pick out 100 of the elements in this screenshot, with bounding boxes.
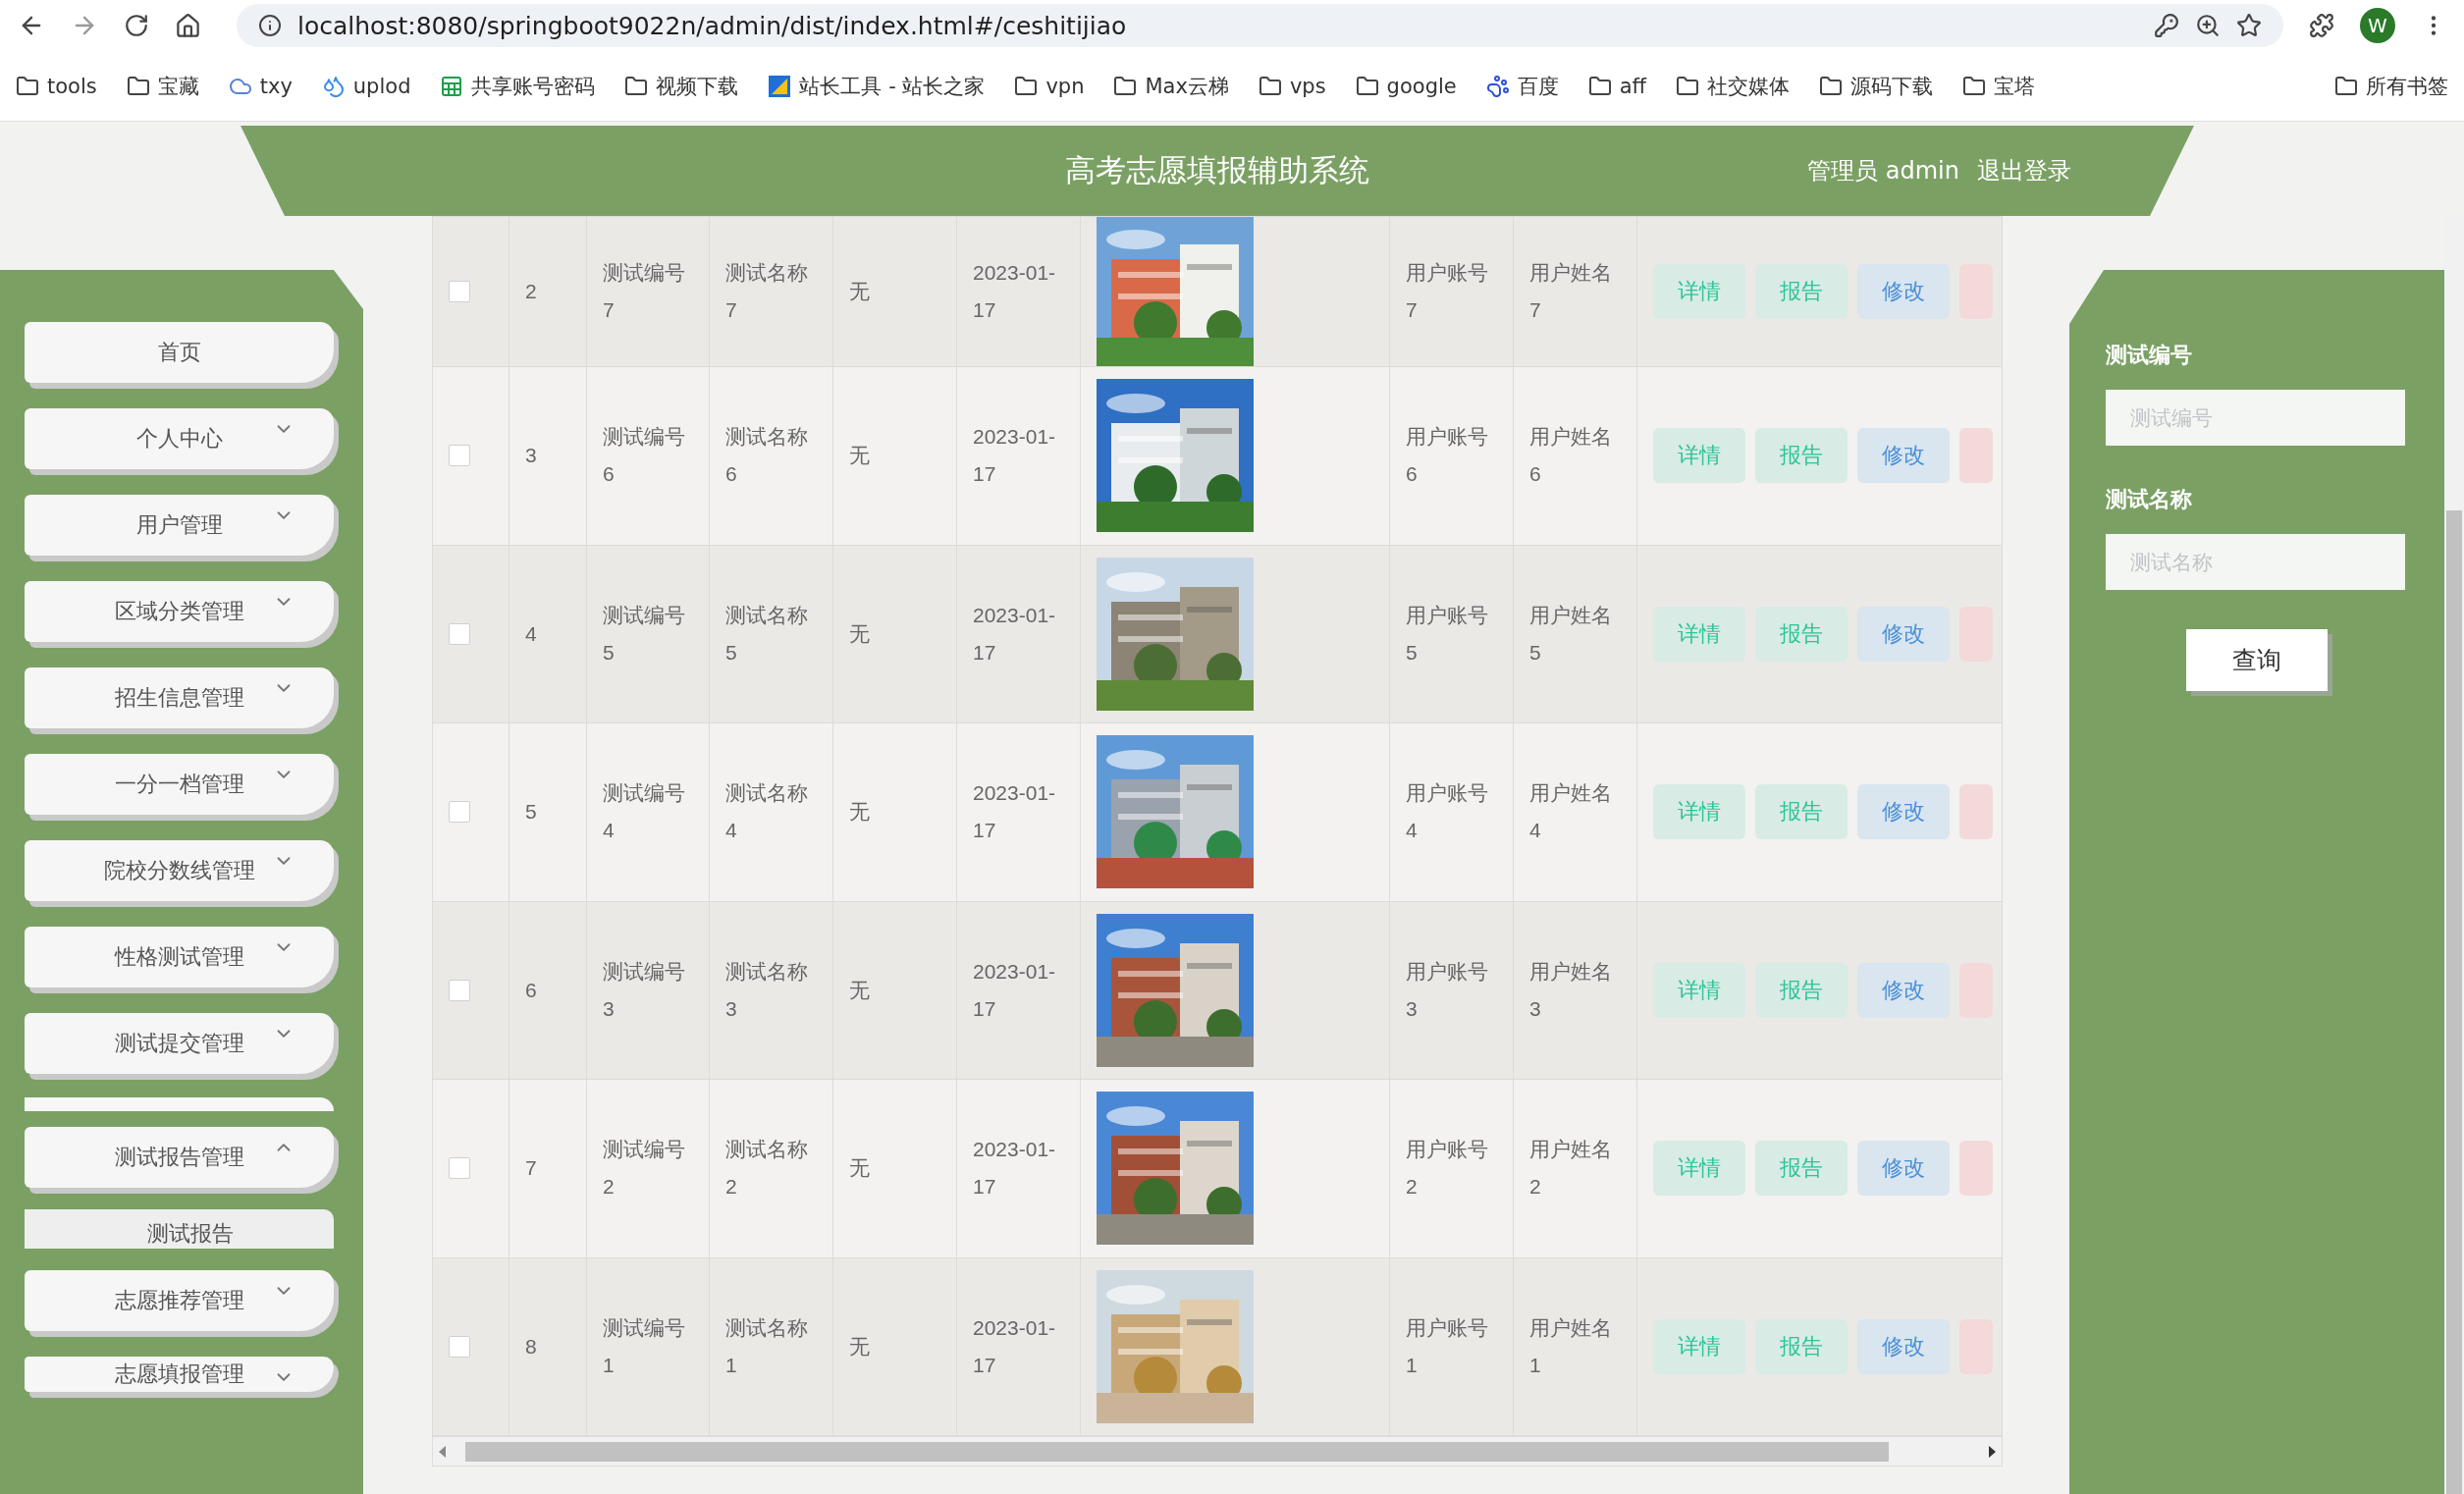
- horizontal-scrollbar[interactable]: [432, 1437, 2003, 1467]
- table-cell-text: 用户姓名1: [1529, 1314, 1613, 1378]
- row-checkbox[interactable]: [449, 801, 470, 824]
- bookmark[interactable]: 站长工具 - 站长之家: [768, 72, 986, 100]
- table-cell-text: 2023-01-17: [973, 1314, 1057, 1378]
- table-cell-text: 用户账号2: [1406, 1137, 1489, 1201]
- bookmark[interactable]: vpn: [1014, 74, 1085, 98]
- folder-icon: [1014, 74, 1039, 98]
- table-cell-text: 测试编号2: [603, 1137, 686, 1201]
- table-cell-text: 无: [849, 1333, 870, 1360]
- table-cell-text: 3: [525, 443, 537, 469]
- row-checkbox[interactable]: [449, 445, 470, 467]
- table-cell-text: 用户账号4: [1406, 780, 1489, 844]
- table-cell-text: 2023-01-17: [973, 780, 1057, 844]
- table-cell-text: 2: [525, 279, 537, 304]
- bookmark[interactable]: vps: [1258, 74, 1326, 98]
- logo-icon: [768, 74, 792, 98]
- row-checkbox[interactable]: [449, 622, 470, 645]
- table-cell-text: 用户账号5: [1406, 602, 1489, 666]
- bookmark[interactable]: uplod: [321, 74, 411, 98]
- app-title: 高考志愿填报辅助系统: [1065, 151, 1369, 189]
- folder-icon: [1587, 74, 1612, 98]
- bookmark[interactable]: 百度: [1485, 72, 1559, 100]
- key-icon[interactable]: [2154, 13, 2179, 38]
- table-cell-text: 2023-01-17: [973, 260, 1057, 323]
- all-bookmarks[interactable]: 所有书签: [2334, 72, 2448, 100]
- droplets-icon: [321, 74, 346, 98]
- table-cell-text: 2023-01-17: [973, 958, 1057, 1022]
- row-checkbox[interactable]: [449, 281, 470, 302]
- table-cell-text: 测试名称4: [725, 780, 809, 844]
- table-cell-text: 测试名称7: [725, 260, 809, 323]
- url-text: localhost:8080/springboot9022n/admin/dist/index.html#/ceshitijiao: [297, 11, 1128, 40]
- bookmark[interactable]: 视频下载: [624, 72, 739, 100]
- bookmark[interactable]: 宝塔: [1962, 72, 2036, 100]
- table-cell-text: 用户账号6: [1406, 424, 1489, 488]
- table-cell-text: 用户账号7: [1406, 260, 1489, 323]
- bookmark[interactable]: txy: [228, 74, 293, 98]
- folder-icon: [1962, 74, 1987, 98]
- bookmark[interactable]: aff: [1587, 74, 1647, 98]
- bookmark[interactable]: 社交媒体: [1676, 72, 1791, 100]
- table-cell-text: 2023-01-17: [973, 1137, 1057, 1201]
- spreadsheet-icon: [440, 74, 464, 98]
- folder-icon: [624, 74, 649, 98]
- cut-off-button[interactable]: [1959, 1141, 1993, 1197]
- folder-icon: [1819, 74, 1844, 98]
- row-checkbox[interactable]: [449, 1335, 470, 1358]
- table-cell-text: 无: [849, 620, 870, 647]
- table-cell-text: 6: [525, 977, 537, 1003]
- zoom-icon[interactable]: [2195, 13, 2221, 38]
- table-cell-text: 无: [849, 279, 870, 304]
- folder-icon: [1355, 74, 1379, 98]
- table-cell-text: 测试名称1: [725, 1314, 809, 1378]
- table-cell-text: 无: [849, 977, 870, 1003]
- cut-off-button[interactable]: [1959, 428, 1993, 484]
- bookmark[interactable]: 宝藏: [126, 72, 199, 100]
- table-cell-text: 用户姓名4: [1529, 780, 1613, 844]
- bookmark[interactable]: tools: [16, 74, 97, 98]
- field-label: 测试编号: [2106, 342, 2193, 369]
- home-icon[interactable]: [175, 12, 201, 39]
- info-icon[interactable]: [258, 14, 282, 37]
- table-cell-text: 测试编号6: [603, 424, 686, 488]
- table-cell-text: 用户账号3: [1406, 958, 1489, 1022]
- bookmark[interactable]: 源码下载: [1819, 72, 1934, 100]
- table-cell-text: 用户姓名2: [1529, 1137, 1613, 1201]
- folder-icon: [126, 74, 150, 98]
- menu-item[interactable]: [25, 1097, 334, 1111]
- table-cell-text: 5: [525, 799, 537, 826]
- row-checkbox[interactable]: [449, 1157, 470, 1180]
- profile-avatar[interactable]: W: [2360, 8, 2395, 43]
- table-cell-text: 用户姓名6: [1529, 424, 1613, 488]
- table-cell-text: 8: [525, 1333, 537, 1360]
- table-cell-text: 测试编号4: [603, 780, 686, 844]
- table-cell-text: 7: [525, 1155, 537, 1182]
- folder-icon: [16, 74, 39, 98]
- bookmark[interactable]: 共享账号密码: [440, 72, 596, 100]
- table-cell-text: 4: [525, 620, 537, 647]
- folder-icon: [1258, 74, 1282, 98]
- table-cell-text: 无: [849, 443, 870, 469]
- table-cell-text: 测试编号1: [603, 1314, 686, 1378]
- folder-icon: [1676, 74, 1700, 98]
- extensions-icon[interactable]: [2309, 13, 2334, 38]
- address-bar[interactable]: localhost:8080/springboot9022n/admin/dist/index.html#/ceshitijiao: [237, 4, 2283, 47]
- table-cell-text: 测试编号5: [603, 602, 686, 666]
- cut-off-button[interactable]: [1959, 784, 1993, 840]
- table-cell-text: 用户姓名7: [1529, 260, 1613, 323]
- table-cell-text: 无: [849, 799, 870, 826]
- folder-icon: [2334, 74, 2358, 98]
- submenu-item[interactable]: 测试报告: [25, 1209, 334, 1249]
- table-cell-text: 无: [849, 1155, 870, 1182]
- star-icon[interactable]: [2236, 13, 2262, 38]
- table-cell-text: 用户姓名5: [1529, 602, 1613, 666]
- table-cell-text: 2023-01-17: [973, 424, 1057, 488]
- bookmark[interactable]: google: [1355, 74, 1457, 98]
- table-cell-text: 测试名称5: [725, 602, 809, 666]
- paw-icon: [1485, 74, 1510, 98]
- bookmark[interactable]: Max云梯: [1113, 72, 1229, 100]
- reload-icon[interactable]: [124, 13, 149, 38]
- table-cell-text: 用户账号1: [1406, 1314, 1489, 1378]
- row-checkbox[interactable]: [449, 979, 470, 1001]
- table-cell-text: 用户姓名3: [1529, 958, 1613, 1022]
